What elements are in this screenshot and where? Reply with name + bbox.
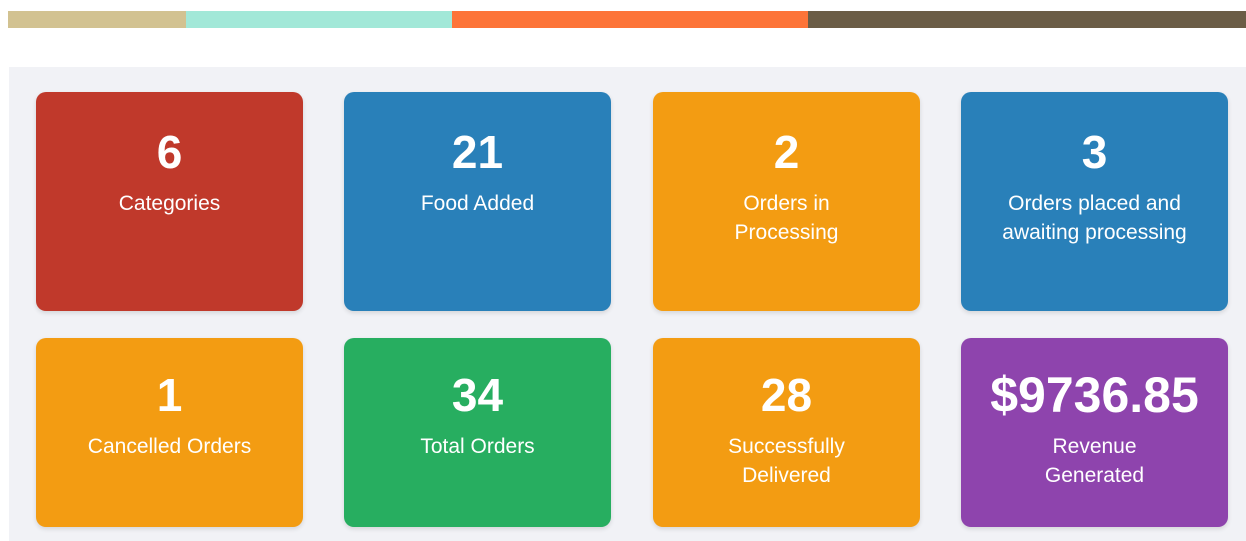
color-strip-segment bbox=[186, 11, 452, 28]
stat-value: 6 bbox=[156, 126, 183, 178]
stat-label: Successfully Delivered bbox=[728, 435, 845, 487]
color-strip-segment bbox=[808, 11, 1246, 28]
stat-value: 34 bbox=[451, 369, 504, 421]
stat-value: 21 bbox=[451, 126, 504, 178]
stat-label: Total Orders bbox=[420, 435, 535, 458]
stat-value: 2 bbox=[773, 126, 800, 178]
color-strip-segment bbox=[8, 11, 186, 28]
stat-card-successfully-delivered[interactable]: 28 Successfully Delivered bbox=[653, 338, 920, 527]
stat-value: 3 bbox=[1081, 126, 1108, 178]
dashboard-panel: 6 Categories 21 Food Added 2 Orders in P… bbox=[9, 67, 1246, 541]
stat-card-cancelled-orders[interactable]: 1 Cancelled Orders bbox=[36, 338, 303, 527]
stat-value: $9736.85 bbox=[990, 367, 1199, 423]
color-strip-segment bbox=[452, 11, 808, 28]
stat-card-total-orders[interactable]: 34 Total Orders bbox=[344, 338, 611, 527]
stat-card-orders-awaiting[interactable]: 3 Orders placed and awaiting processing bbox=[961, 92, 1228, 311]
stat-label: Food Added bbox=[420, 192, 535, 215]
stat-card-orders-processing[interactable]: 2 Orders in Processing bbox=[653, 92, 920, 311]
stat-card-food-added[interactable]: 21 Food Added bbox=[344, 92, 611, 311]
stat-label: Categories bbox=[118, 192, 221, 215]
stat-value: 1 bbox=[156, 369, 183, 421]
stat-label: Revenue Generated bbox=[1044, 435, 1145, 487]
color-strip bbox=[8, 11, 1246, 28]
stat-label: Orders placed and awaiting processing bbox=[1002, 192, 1187, 244]
stat-label: Cancelled Orders bbox=[87, 435, 252, 458]
stat-value: 28 bbox=[760, 369, 813, 421]
stat-label: Orders in Processing bbox=[734, 192, 839, 244]
stat-card-categories[interactable]: 6 Categories bbox=[36, 92, 303, 311]
stat-card-revenue-generated[interactable]: $9736.85 Revenue Generated bbox=[961, 338, 1228, 527]
